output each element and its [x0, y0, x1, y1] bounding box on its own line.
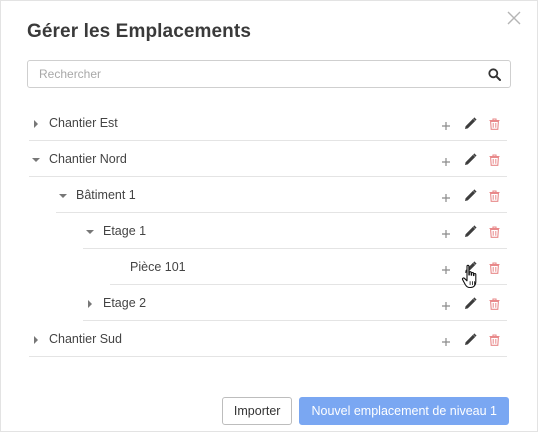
tree-row-etage-2[interactable]: Etage 2	[83, 285, 507, 321]
tree-row-batiment-1[interactable]: Bâtiment 1	[56, 177, 507, 213]
trash-icon[interactable]	[489, 189, 500, 202]
search-box	[27, 60, 511, 88]
caret-right-icon[interactable]	[85, 297, 95, 309]
pencil-icon[interactable]	[464, 332, 477, 346]
row-actions	[441, 224, 500, 238]
new-level-1-location-button[interactable]: Nouvel emplacement de niveau 1	[299, 397, 509, 425]
pencil-icon[interactable]	[464, 296, 477, 310]
trash-icon[interactable]	[489, 261, 500, 274]
caret-down-icon[interactable]	[58, 189, 68, 201]
trash-icon[interactable]	[489, 333, 500, 346]
manage-locations-dialog: Gérer les Emplacements Chantier Est	[0, 0, 538, 432]
plus-icon[interactable]	[441, 298, 451, 310]
tree-row-label: Pièce 101	[130, 260, 186, 274]
pencil-icon[interactable]	[464, 116, 477, 130]
import-button[interactable]: Importer	[221, 397, 293, 425]
tree-row-label: Etage 1	[103, 224, 147, 238]
tree-row-label: Etage 2	[103, 296, 147, 310]
tree-row-piece-101[interactable]: Pièce 101	[110, 249, 507, 285]
search-input[interactable]	[28, 61, 510, 87]
plus-icon[interactable]	[441, 190, 451, 202]
search-icon[interactable]	[488, 68, 501, 81]
pencil-icon[interactable]	[464, 260, 477, 274]
row-actions	[441, 188, 500, 202]
close-icon[interactable]	[507, 11, 521, 25]
dialog-footer: Importer Nouvel emplacement de niveau 1	[221, 397, 509, 425]
pencil-icon[interactable]	[464, 224, 477, 238]
tree-row-label: Bâtiment 1	[76, 188, 136, 202]
row-actions	[441, 152, 500, 166]
trash-icon[interactable]	[489, 153, 500, 166]
plus-icon[interactable]	[441, 226, 451, 238]
caret-down-icon[interactable]	[85, 225, 95, 237]
tree-row-label: Chantier Nord	[49, 152, 127, 166]
tree-row-label: Chantier Sud	[49, 332, 122, 346]
tree-row-etage-1[interactable]: Etage 1	[83, 213, 507, 249]
row-actions	[441, 260, 500, 274]
tree-row-chantier-nord[interactable]: Chantier Nord	[29, 141, 507, 177]
plus-icon[interactable]	[441, 262, 451, 274]
plus-icon[interactable]	[441, 118, 451, 130]
plus-icon[interactable]	[441, 334, 451, 346]
trash-icon[interactable]	[489, 297, 500, 310]
trash-icon[interactable]	[489, 225, 500, 238]
tree-row-label: Chantier Est	[49, 116, 118, 130]
dialog-title: Gérer les Emplacements	[27, 21, 251, 42]
trash-icon[interactable]	[489, 117, 500, 130]
row-actions	[441, 332, 500, 346]
pencil-icon[interactable]	[464, 188, 477, 202]
caret-right-icon[interactable]	[31, 333, 41, 345]
caret-down-icon[interactable]	[31, 153, 41, 165]
row-actions	[441, 116, 500, 130]
tree-row-chantier-est[interactable]: Chantier Est	[29, 105, 507, 141]
pencil-icon[interactable]	[464, 152, 477, 166]
row-actions	[441, 296, 500, 310]
plus-icon[interactable]	[441, 154, 451, 166]
tree-row-chantier-sud[interactable]: Chantier Sud	[29, 321, 507, 357]
caret-right-icon[interactable]	[31, 117, 41, 129]
